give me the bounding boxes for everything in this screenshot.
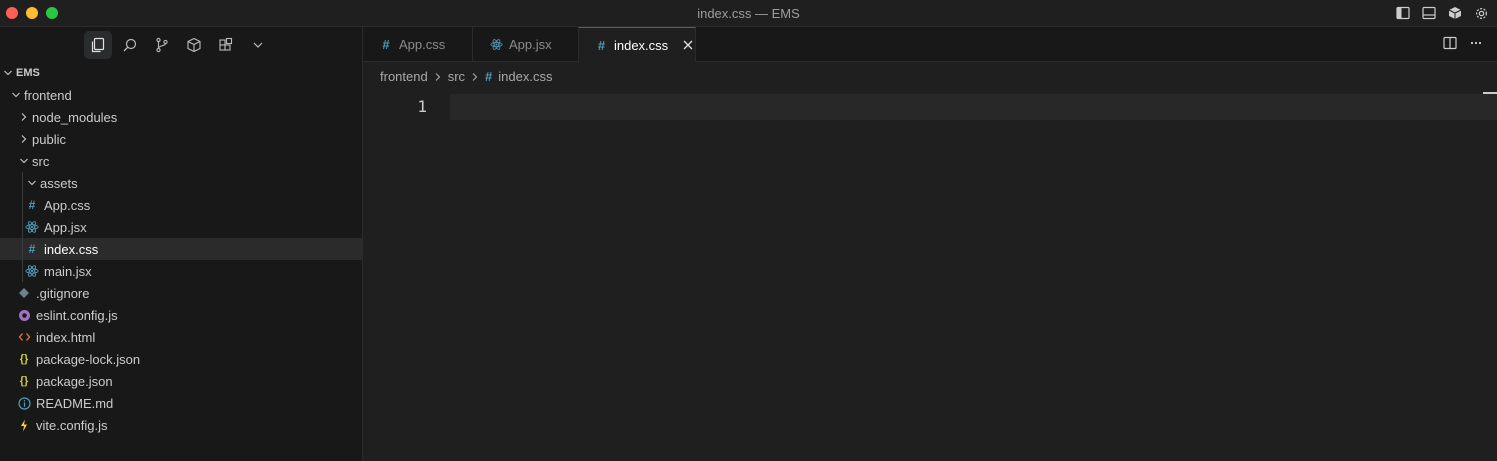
tree-item-label: frontend xyxy=(24,87,72,103)
tree-file-app-jsx[interactable]: App.jsx xyxy=(0,216,362,238)
chevron-right-icon xyxy=(16,109,32,125)
scrollbar-overview-marker[interactable] xyxy=(1483,92,1497,94)
close-tab-icon[interactable] xyxy=(680,37,695,53)
tree-item-label: main.jsx xyxy=(44,263,92,279)
explorer-files-icon[interactable] xyxy=(84,31,112,59)
chevron-right-icon xyxy=(16,131,32,147)
tree-item-label: node_modules xyxy=(32,109,118,125)
css-hash-icon: # xyxy=(485,69,493,84)
tree-item-label: README.md xyxy=(36,395,114,411)
run-debug-icon[interactable] xyxy=(180,31,208,59)
line-number: 1 xyxy=(417,97,427,116)
tree-item-label: index.html xyxy=(36,329,96,345)
tab-bar: # App.css App.jsx # index.css xyxy=(363,27,1497,62)
tab-app-jsx[interactable]: App.jsx xyxy=(473,27,579,62)
tree-item-label: src xyxy=(32,153,50,169)
css-hash-icon: # xyxy=(28,242,36,256)
more-views-chevron-down-icon[interactable] xyxy=(244,31,272,59)
tree-folder-src[interactable]: src xyxy=(0,150,362,172)
breadcrumb-item[interactable]: index.css xyxy=(498,69,552,84)
tree-item-label: index.css xyxy=(44,241,99,257)
title-bar: index.css — EMS xyxy=(0,0,1497,27)
css-hash-icon: # xyxy=(28,198,36,212)
more-actions-ellipsis-icon[interactable] xyxy=(1469,36,1483,53)
tree-folder-node-modules[interactable]: node_modules xyxy=(0,106,362,128)
breadcrumb-item[interactable]: frontend xyxy=(380,69,428,84)
tree-item-label: assets xyxy=(40,175,78,191)
chevron-right-icon xyxy=(469,72,481,82)
current-line-highlight[interactable] xyxy=(450,94,1497,120)
tree-folder-frontend[interactable]: frontend xyxy=(0,84,362,106)
chevron-right-icon xyxy=(432,72,444,82)
css-hash-icon: # xyxy=(597,37,606,53)
react-icon xyxy=(24,219,40,235)
tree-item-label: App.css xyxy=(44,197,91,213)
tree-folder-assets[interactable]: assets xyxy=(0,172,362,194)
html-code-icon xyxy=(16,329,32,345)
tree-file-eslint-config[interactable]: eslint.config.js xyxy=(0,304,362,326)
indent-guide xyxy=(22,260,23,282)
react-icon xyxy=(24,263,40,279)
tab-app-css[interactable]: # App.css xyxy=(363,27,473,62)
tab-label: App.css xyxy=(399,37,446,52)
chevron-down-icon xyxy=(16,153,32,169)
react-icon xyxy=(489,38,503,51)
tree-item-label: package.json xyxy=(36,373,113,389)
tree-folder-public[interactable]: public xyxy=(0,128,362,150)
tree-item-label: package-lock.json xyxy=(36,351,141,367)
tree-item-label: App.jsx xyxy=(44,219,87,235)
info-icon xyxy=(16,395,32,411)
copilot-cube-icon[interactable] xyxy=(1447,5,1463,21)
chevron-down-icon xyxy=(0,65,16,81)
editor-area: # App.css App.jsx # index.css frontend s… xyxy=(363,27,1497,461)
json-braces-icon: {} xyxy=(19,375,29,387)
file-tree: EMS frontend node_modules public src ass… xyxy=(0,62,362,436)
tree-file-vite-config[interactable]: vite.config.js xyxy=(0,414,362,436)
tab-index-css[interactable]: # index.css xyxy=(579,27,696,62)
toggle-panel-icon[interactable] xyxy=(1421,5,1437,21)
tree-file-app-css[interactable]: # App.css xyxy=(0,194,362,216)
split-editor-icon[interactable] xyxy=(1443,36,1457,53)
indent-guide xyxy=(22,172,23,194)
breadcrumb-item[interactable]: src xyxy=(448,69,465,84)
sidebar-toolbar xyxy=(84,31,272,59)
indent-guide xyxy=(22,238,23,260)
toggle-primary-sidebar-icon[interactable] xyxy=(1395,5,1411,21)
vite-lightning-icon xyxy=(16,417,32,433)
tree-file-index-html[interactable]: index.html xyxy=(0,326,362,348)
tree-item-label: eslint.config.js xyxy=(36,307,118,323)
git-diamond-icon xyxy=(16,285,32,301)
tree-item-label: vite.config.js xyxy=(36,417,108,433)
tree-item-label: public xyxy=(32,131,66,147)
indent-guide xyxy=(22,216,23,238)
tree-file-package-lock-json[interactable]: {} package-lock.json xyxy=(0,348,362,370)
search-icon[interactable] xyxy=(116,31,144,59)
indent-guide xyxy=(22,194,23,216)
source-control-icon[interactable] xyxy=(148,31,176,59)
explorer-sidebar: EMS frontend node_modules public src ass… xyxy=(0,27,363,461)
tree-file-readme[interactable]: README.md xyxy=(0,392,362,414)
eslint-icon xyxy=(16,307,32,323)
breadcrumb: frontend src # index.css xyxy=(380,69,552,84)
json-braces-icon: {} xyxy=(19,353,29,365)
tab-label: index.css xyxy=(613,37,669,53)
explorer-root-ems[interactable]: EMS xyxy=(0,62,362,84)
settings-gear-icon[interactable] xyxy=(1473,5,1489,21)
chevron-down-icon xyxy=(8,87,24,103)
tree-file-index-css[interactable]: # index.css xyxy=(0,238,362,260)
window-title: index.css — EMS xyxy=(697,6,800,21)
tree-file-gitignore[interactable]: .gitignore xyxy=(0,282,362,304)
chevron-down-icon xyxy=(24,175,40,191)
extensions-icon[interactable] xyxy=(212,31,240,59)
explorer-root-label: EMS xyxy=(16,67,40,79)
tree-file-main-jsx[interactable]: main.jsx xyxy=(0,260,362,282)
tree-item-label: .gitignore xyxy=(36,285,90,301)
css-hash-icon: # xyxy=(382,37,390,52)
tree-file-package-json[interactable]: {} package.json xyxy=(0,370,362,392)
tab-label: App.jsx xyxy=(509,37,552,52)
